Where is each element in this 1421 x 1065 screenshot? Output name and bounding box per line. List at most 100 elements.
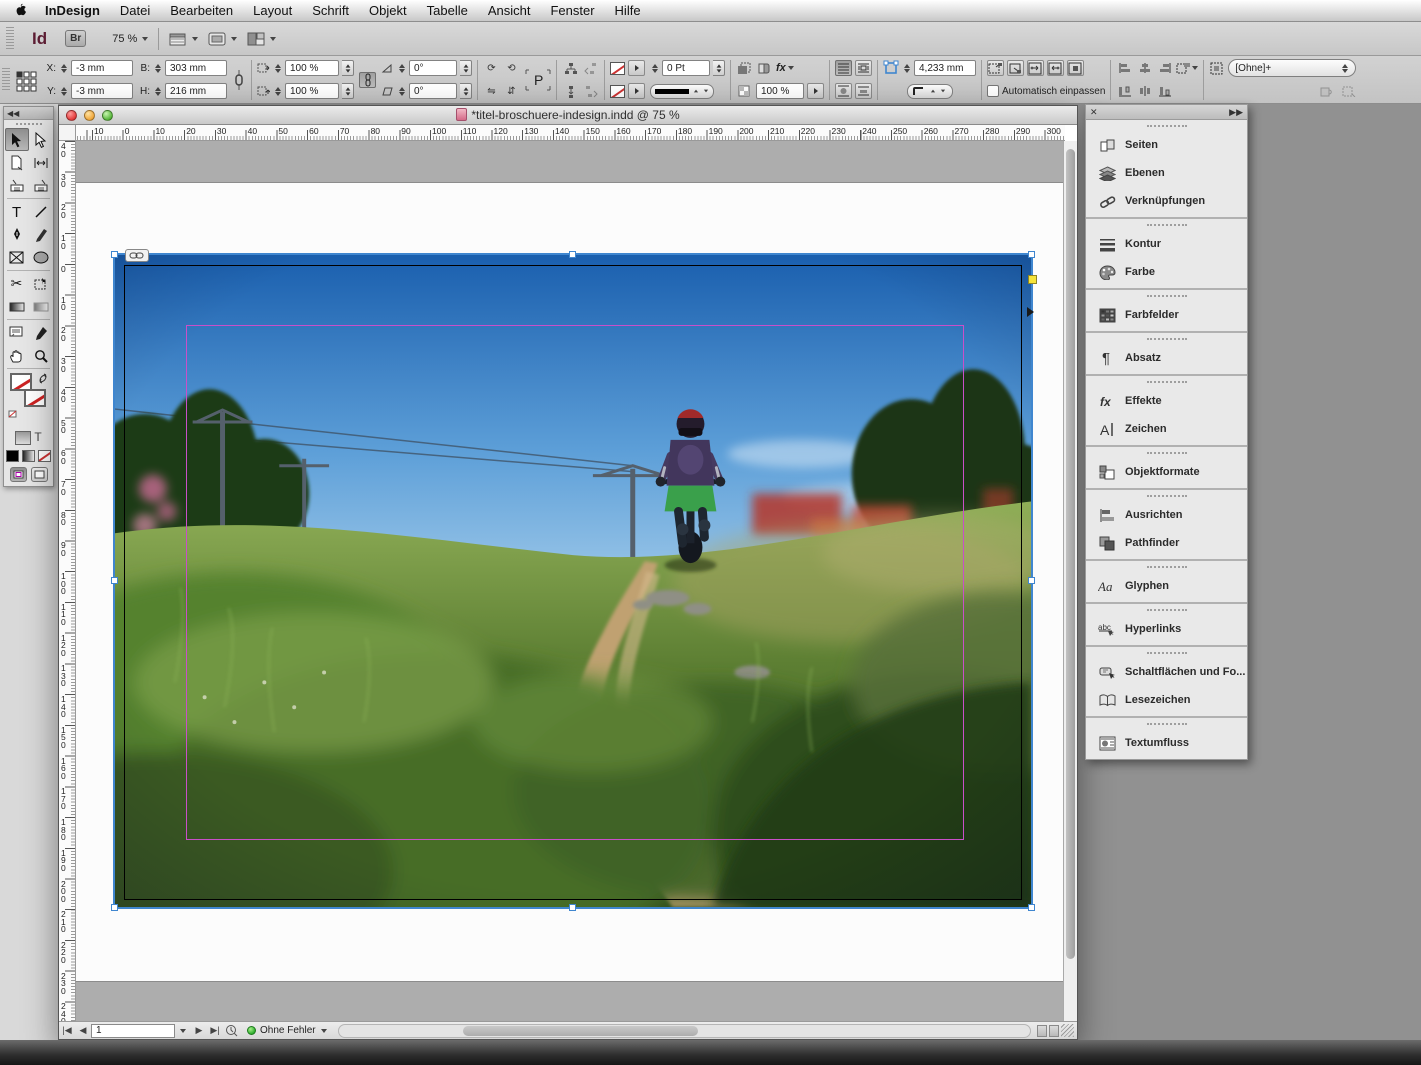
menu-schrift[interactable]: Schrift <box>302 0 359 22</box>
h-ruler[interactable]: 1001020304050607080901001101201301401501… <box>76 125 1065 141</box>
gradient-swatch-tool[interactable] <box>5 295 29 318</box>
rotation-combo-arrow[interactable] <box>460 60 472 76</box>
select-next-object-icon[interactable] <box>582 83 599 99</box>
fill-stroke-proxy[interactable] <box>8 371 49 427</box>
x-field[interactable]: -3 mm <box>71 60 133 76</box>
canvas[interactable] <box>76 141 1065 1023</box>
x-stepper[interactable] <box>59 61 68 76</box>
stroke-type-select[interactable] <box>650 84 714 99</box>
wrap-bounding-box-icon[interactable] <box>855 60 872 76</box>
align-right-edges-icon[interactable] <box>1156 60 1173 76</box>
scale-y-field[interactable]: 100 % <box>285 83 339 99</box>
panel-tab-absatz[interactable]: ¶ Absatz <box>1086 344 1247 372</box>
rotation-field[interactable]: 0° <box>409 60 457 76</box>
fit-frame-to-content-icon[interactable] <box>1047 60 1064 76</box>
gradient-feather-tool[interactable] <box>29 295 53 318</box>
scale-x-field[interactable]: 100 % <box>285 60 339 76</box>
menu-datei[interactable]: Datei <box>110 0 160 22</box>
apply-gradient-button[interactable] <box>22 450 35 462</box>
ellipse-tool[interactable] <box>29 246 53 269</box>
height-stepper[interactable] <box>153 84 162 99</box>
panel-tab-ausrichten[interactable]: Ausrichten <box>1086 501 1247 529</box>
flip-horizontal-icon[interactable]: ⇋ <box>483 83 500 99</box>
clear-overrides-icon[interactable] <box>1320 86 1334 97</box>
content-placer-tool[interactable] <box>29 174 53 197</box>
align-left-edges-icon[interactable] <box>1116 60 1133 76</box>
zoom-tool[interactable] <box>29 344 53 367</box>
scale-x-combo-arrow[interactable] <box>342 60 354 76</box>
dock-group-grip[interactable] <box>1086 120 1247 131</box>
selected-image-frame[interactable] <box>113 253 1033 909</box>
dock-group-grip[interactable] <box>1086 447 1247 458</box>
scale-x-stepper[interactable] <box>273 61 282 76</box>
handle-middle-left[interactable] <box>111 577 118 584</box>
y-field[interactable]: -3 mm <box>71 83 133 99</box>
wrap-object-shape-icon[interactable] <box>835 83 852 99</box>
menu-layout[interactable]: Layout <box>243 0 302 22</box>
select-previous-object-icon[interactable] <box>582 60 599 76</box>
opacity-grid-icon[interactable] <box>736 83 753 99</box>
default-fill-stroke-icon[interactable] <box>8 407 20 425</box>
handle-middle-right[interactable] <box>1028 577 1035 584</box>
drop-shadow-icon[interactable] <box>736 60 753 76</box>
apply-none-button[interactable] <box>38 450 51 462</box>
shear-field[interactable]: 0° <box>409 83 457 99</box>
live-corner-handle[interactable] <box>1028 275 1037 284</box>
align-horizontal-centers-icon[interactable] <box>1136 60 1153 76</box>
dock-group-grip[interactable] <box>1086 219 1247 230</box>
horizontal-scrollbar[interactable] <box>338 1024 1031 1038</box>
previous-page-button[interactable]: ◀ <box>75 1023 91 1039</box>
note-tool[interactable] <box>5 321 29 344</box>
panel-tab-verknuepfungen[interactable]: Verknüpfungen <box>1086 187 1247 215</box>
select-content-icon[interactable] <box>562 83 579 99</box>
panel-tab-objektformate[interactable]: Objektformate <box>1086 458 1247 486</box>
dock-group-grip[interactable] <box>1086 561 1247 572</box>
select-container-icon[interactable] <box>562 60 579 76</box>
gap-tool[interactable] <box>29 151 53 174</box>
autofit-checkbox[interactable] <box>987 85 999 97</box>
panel-tab-kontur[interactable]: Kontur <box>1086 230 1247 258</box>
dock-group-grip[interactable] <box>1086 290 1247 301</box>
corner-radius-field[interactable]: 4,233 mm <box>914 60 976 76</box>
vertical-scrollbar-thumb[interactable] <box>1066 149 1075 959</box>
reference-point-proxy[interactable] <box>15 68 39 92</box>
last-page-button[interactable]: ▶| <box>207 1023 223 1039</box>
panel-tab-hyperlinks[interactable]: abc Hyperlinks <box>1086 615 1247 643</box>
preflight-dropdown[interactable] <box>316 1023 332 1039</box>
rectangle-frame-tool[interactable] <box>5 246 29 269</box>
fill-frame-proportionally-icon[interactable] <box>987 60 1004 76</box>
handle-bottom-left[interactable] <box>111 904 118 911</box>
pencil-tool[interactable] <box>29 223 53 246</box>
menu-ansicht[interactable]: Ansicht <box>478 0 541 22</box>
menu-tabelle[interactable]: Tabelle <box>417 0 478 22</box>
width-stepper[interactable] <box>153 61 162 76</box>
corner-radius-stepper[interactable] <box>902 61 911 76</box>
apply-color-button[interactable] <box>6 450 19 462</box>
stroke-weight-field[interactable]: 0 Pt <box>662 60 710 76</box>
type-tool[interactable]: T <box>5 200 29 223</box>
frame-out-port[interactable] <box>1027 307 1034 317</box>
stroke-weight-combo-arrow[interactable] <box>713 60 725 76</box>
tools-collapse-button[interactable]: ◀◀ <box>4 107 53 120</box>
free-transform-tool[interactable] <box>29 272 53 295</box>
vertical-scrollbar[interactable] <box>1063 141 1077 1023</box>
scissors-tool[interactable]: ✂ <box>5 272 29 295</box>
window-titlebar[interactable]: *titel-broschuere-indesign.indd @ 75 % <box>59 106 1077 125</box>
hand-tool[interactable] <box>5 344 29 367</box>
flip-vertical-icon[interactable]: ⇵ <box>503 83 520 99</box>
stroke-proxy-swatch-none[interactable] <box>24 389 46 407</box>
menu-fenster[interactable]: Fenster <box>540 0 604 22</box>
stroke-weight-stepper[interactable] <box>650 61 659 76</box>
menu-bearbeiten[interactable]: Bearbeiten <box>160 0 243 22</box>
menu-objekt[interactable]: Objekt <box>359 0 417 22</box>
corner-shape-select[interactable] <box>907 84 953 99</box>
fit-content-proportionally-icon[interactable] <box>1007 60 1024 76</box>
panel-tab-textumfluss[interactable]: Textumfluss <box>1086 729 1247 757</box>
panel-tab-pathfinder[interactable]: Pathfinder <box>1086 529 1247 557</box>
stroke-swatch-menu[interactable] <box>628 60 645 76</box>
rotate-ccw-icon[interactable]: ⟲ <box>503 60 520 76</box>
stroke-swatch-none[interactable] <box>610 62 625 75</box>
constrain-proportions-icon[interactable] <box>232 67 246 93</box>
page-menu-button[interactable] <box>175 1023 191 1039</box>
width-field[interactable]: 303 mm <box>165 60 227 76</box>
